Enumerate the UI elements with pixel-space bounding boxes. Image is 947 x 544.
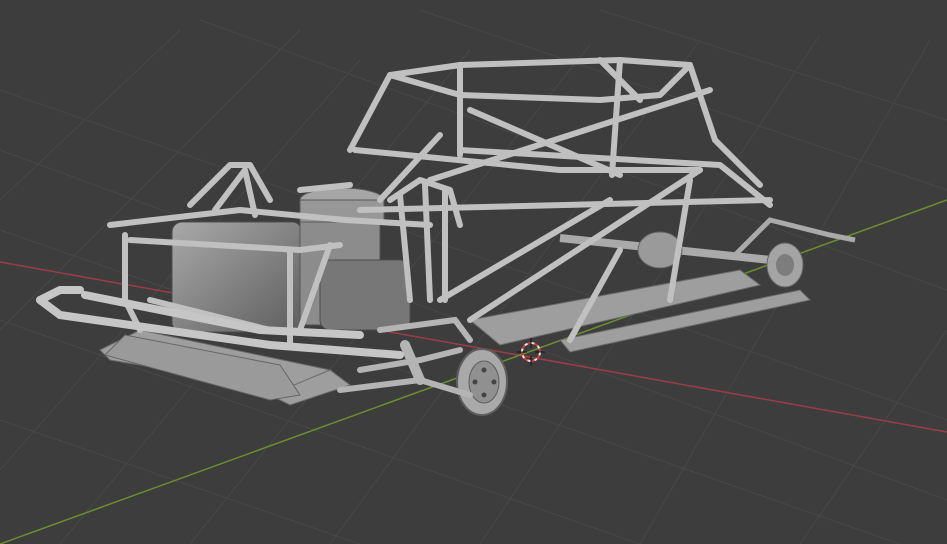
front-wheel-hub bbox=[456, 348, 508, 416]
car-chassis-model[interactable] bbox=[36, 57, 856, 416]
3d-viewport[interactable] bbox=[0, 0, 947, 544]
